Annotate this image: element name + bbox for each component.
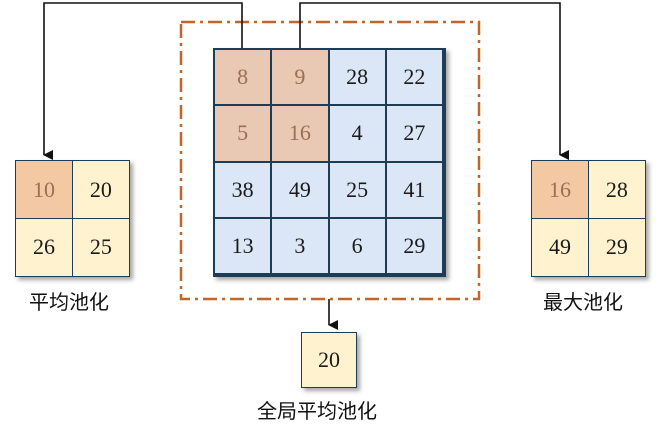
avg-pool-cell: 26	[16, 219, 72, 276]
max-pool-cell: 28	[589, 161, 645, 218]
input-cell: 9	[272, 50, 328, 105]
input-cell: 38	[215, 162, 271, 217]
max-pool-cell: 29	[589, 219, 645, 276]
input-cell: 49	[272, 162, 328, 217]
input-cell: 5	[215, 106, 271, 161]
input-cell: 27	[386, 106, 442, 161]
input-cell: 28	[329, 50, 385, 105]
global-avg-pool-label: 全局平均池化	[257, 399, 377, 423]
avg-pool-cell: 20	[73, 161, 129, 218]
max-pool-label: 最大池化	[543, 290, 623, 314]
max-pool-cell: 16	[532, 161, 588, 218]
input-cell: 6	[329, 218, 385, 273]
input-cell: 25	[329, 162, 385, 217]
arrow-to-avg-pool	[43, 2, 243, 160]
avg-pool-label: 平均池化	[29, 290, 109, 314]
avg-pool-cell: 25	[73, 219, 129, 276]
input-cell: 3	[272, 218, 328, 273]
input-cell: 13	[215, 218, 271, 273]
input-cell: 16	[272, 106, 328, 161]
input-cell: 22	[386, 50, 442, 105]
input-cell: 4	[329, 106, 385, 161]
input-cell: 29	[386, 218, 442, 273]
input-cell: 41	[386, 162, 442, 217]
input-cell: 8	[215, 50, 271, 105]
global-pool-cell: 20	[302, 333, 356, 387]
avg-pool-cell: 10	[16, 161, 72, 218]
max-pool-cell: 49	[532, 219, 588, 276]
